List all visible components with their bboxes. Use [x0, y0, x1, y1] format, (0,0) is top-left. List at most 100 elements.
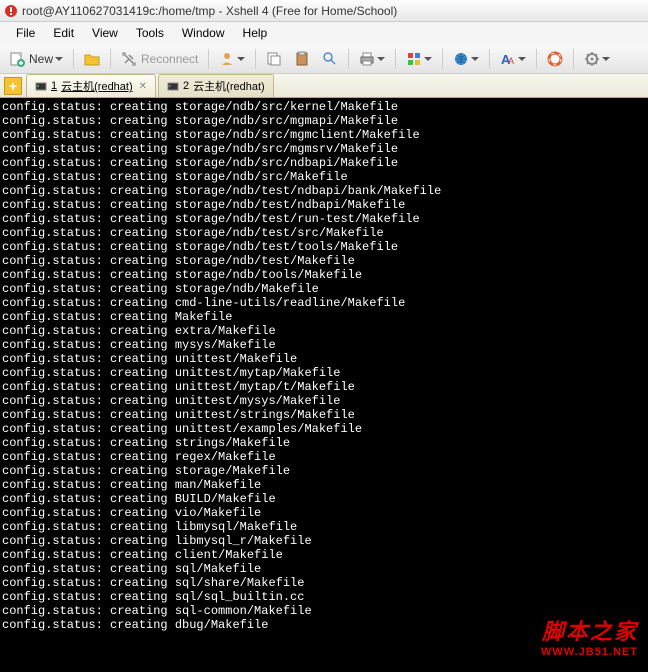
paste-icon: [294, 51, 310, 67]
terminal-line: config.status: creating BUILD/Makefile: [2, 492, 646, 506]
terminal-line: config.status: creating mysys/Makefile: [2, 338, 646, 352]
font-icon: AA: [500, 51, 516, 67]
separator: [395, 49, 396, 69]
close-icon[interactable]: ✕: [139, 81, 147, 92]
chevron-down-icon: [602, 57, 610, 61]
open-button[interactable]: [79, 47, 105, 71]
color-button[interactable]: [401, 47, 437, 71]
terminal-line: config.status: creating strings/Makefile: [2, 436, 646, 450]
terminal-line: config.status: creating storage/ndb/Make…: [2, 282, 646, 296]
terminal-line: config.status: creating storage/ndb/test…: [2, 198, 646, 212]
terminal-line: config.status: creating unittest/strings…: [2, 408, 646, 422]
terminal-line: config.status: creating storage/ndb/tool…: [2, 268, 646, 282]
separator: [208, 49, 209, 69]
reconnect-label: Reconnect: [141, 52, 198, 66]
terminal-line: config.status: creating unittest/mytap/t…: [2, 380, 646, 394]
watermark-url: WWW.JB51.NET: [541, 646, 638, 658]
menu-edit[interactable]: Edit: [45, 24, 82, 42]
terminal-icon: [35, 80, 47, 92]
separator: [489, 49, 490, 69]
copy-button[interactable]: [261, 47, 287, 71]
profile-icon: [219, 51, 235, 67]
terminal-line: config.status: creating storage/Makefile: [2, 464, 646, 478]
terminal-line: config.status: creating Makefile: [2, 310, 646, 324]
terminal-line: config.status: creating storage/ndb/src/…: [2, 156, 646, 170]
reconnect-icon: [121, 51, 137, 67]
watermark-title: 脚本之家: [541, 614, 638, 646]
terminal-line: config.status: creating unittest/example…: [2, 422, 646, 436]
tab-number: 2: [183, 80, 189, 92]
printer-icon: [359, 51, 375, 67]
menu-file[interactable]: File: [8, 24, 43, 42]
terminal-line: config.status: creating cmd-line-utils/r…: [2, 296, 646, 310]
lifebuoy-icon: [547, 51, 563, 67]
search-icon: [322, 51, 338, 67]
terminal-line: config.status: creating unittest/Makefil…: [2, 352, 646, 366]
tab-label: 云主机(redhat): [193, 78, 265, 94]
print-button[interactable]: [354, 47, 390, 71]
tab-label: 云主机(redhat): [61, 78, 133, 94]
menu-view[interactable]: View: [84, 24, 126, 42]
add-tab-button[interactable]: +: [4, 77, 22, 95]
terminal-line: config.status: creating storage/ndb/src/…: [2, 128, 646, 142]
copy-icon: [266, 51, 282, 67]
tab-1[interactable]: 1 云主机(redhat) ✕: [26, 74, 156, 97]
chevron-down-icon: [55, 57, 63, 61]
terminal-icon: [167, 80, 179, 92]
terminal-line: config.status: creating vio/Makefile: [2, 506, 646, 520]
terminal-line: config.status: creating extra/Makefile: [2, 324, 646, 338]
chevron-down-icon: [471, 57, 479, 61]
terminal-line: config.status: creating storage/ndb/test…: [2, 184, 646, 198]
globe-icon: [453, 51, 469, 67]
chevron-down-icon: [518, 57, 526, 61]
terminal-line: config.status: creating libmysql/Makefil…: [2, 520, 646, 534]
terminal-line: config.status: creating storage/ndb/src/…: [2, 114, 646, 128]
menu-window[interactable]: Window: [174, 24, 233, 42]
new-button[interactable]: New: [4, 47, 68, 71]
terminal-line: config.status: creating sql/Makefile: [2, 562, 646, 576]
paste-button[interactable]: [289, 47, 315, 71]
terminal-line: config.status: creating unittest/mysys/M…: [2, 394, 646, 408]
chevron-down-icon: [377, 57, 385, 61]
terminal-line: config.status: creating storage/ndb/test…: [2, 212, 646, 226]
font-button[interactable]: AA: [495, 47, 531, 71]
terminal-line: config.status: creating client/Makefile: [2, 548, 646, 562]
terminal-line: config.status: creating storage/ndb/test…: [2, 240, 646, 254]
separator: [348, 49, 349, 69]
folder-icon: [84, 51, 100, 67]
menu-bar: File Edit View Tools Window Help: [0, 22, 648, 44]
terminal-line: config.status: creating sql/sql_builtin.…: [2, 590, 646, 604]
terminal-line: config.status: creating libmysql_r/Makef…: [2, 534, 646, 548]
terminal-output[interactable]: config.status: creating storage/ndb/src/…: [0, 98, 648, 672]
globe-button[interactable]: [448, 47, 484, 71]
terminal-line: config.status: creating man/Makefile: [2, 478, 646, 492]
separator: [110, 49, 111, 69]
separator: [573, 49, 574, 69]
separator: [255, 49, 256, 69]
watermark: 脚本之家 WWW.JB51.NET: [541, 614, 638, 658]
new-icon: [9, 51, 25, 67]
menu-help[interactable]: Help: [235, 24, 276, 42]
search-button[interactable]: [317, 47, 343, 71]
terminal-line: config.status: creating storage/ndb/test…: [2, 226, 646, 240]
tab-2[interactable]: 2 云主机(redhat): [158, 74, 274, 97]
tab-number: 1: [51, 80, 57, 92]
separator: [73, 49, 74, 69]
profile-button[interactable]: [214, 47, 250, 71]
menu-tools[interactable]: Tools: [128, 24, 172, 42]
separator: [442, 49, 443, 69]
terminal-line: config.status: creating regex/Makefile: [2, 450, 646, 464]
terminal-line: config.status: creating storage/ndb/src/…: [2, 142, 646, 156]
new-label: New: [29, 52, 53, 66]
svg-text:A: A: [508, 56, 514, 66]
gear-icon: [584, 51, 600, 67]
terminal-line: config.status: creating sql/share/Makefi…: [2, 576, 646, 590]
separator: [536, 49, 537, 69]
help-button[interactable]: [542, 47, 568, 71]
window-title: root@AY110627031419c:/home/tmp - Xshell …: [22, 4, 397, 18]
reconnect-button[interactable]: Reconnect: [116, 47, 203, 71]
chevron-down-icon: [237, 57, 245, 61]
terminal-line: config.status: creating storage/ndb/src/…: [2, 100, 646, 114]
tab-strip: + 1 云主机(redhat) ✕ 2 云主机(redhat): [0, 74, 648, 98]
options-button[interactable]: [579, 47, 615, 71]
